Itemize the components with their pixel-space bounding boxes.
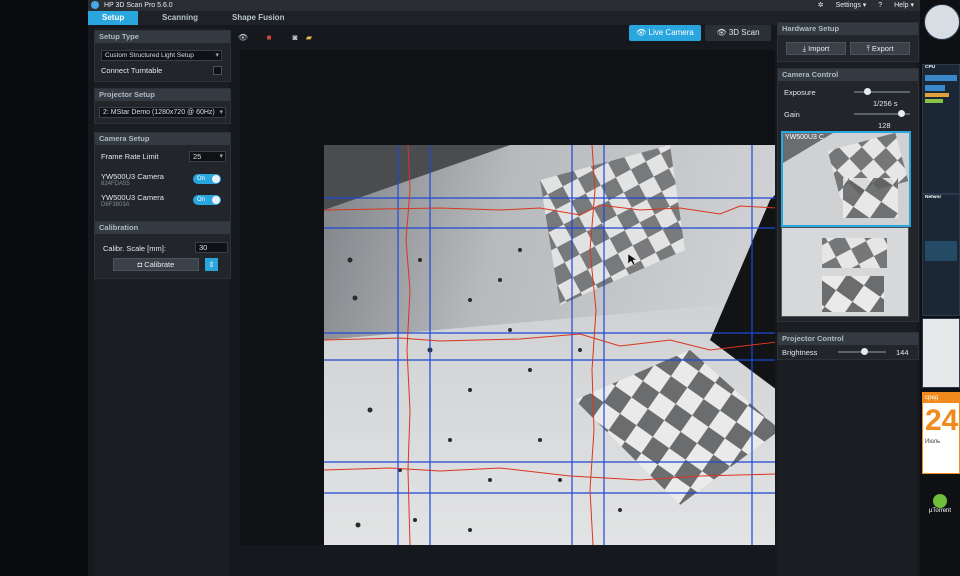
camera-control-section: Camera Control Exposure 1/256 s Gain 128… [777,68,919,322]
3d-scan-button[interactable]: 👁 3D Scan [705,25,771,41]
section-header: Projector Setup [95,89,230,101]
chevron-down-icon: ▾ [215,52,219,59]
exposure-value: 1/256 s [873,99,898,108]
camera-1-toggle[interactable]: On [193,174,221,184]
tab-setup[interactable]: Setup [88,11,139,25]
section-header: Camera Setup [95,133,230,145]
calendar-grid-gadget [922,318,960,388]
section-header: Calibration [95,222,230,234]
projector-control-section: Projector Control Brightness 144 [777,332,919,360]
network-meter-gadget: Networ [922,194,960,316]
camera-thumbnail-label: YW500U3 C [785,134,824,141]
camera-icon: ◘ [137,260,143,269]
slider-thumb[interactable] [860,348,868,355]
network-label: Networ [925,195,942,200]
section-header: Hardware Setup [778,23,918,35]
folder-icon[interactable]: ▰ [303,32,315,43]
cpu-label: CPU [925,65,936,70]
window-title: HP 3D Scan Pro 5.6.0 [103,2,173,9]
connect-turntable-checkbox[interactable] [213,66,222,75]
control-panel: Hardware Setup ⤓ Import ⤒ Export Camera … [777,20,919,576]
clock-gadget [924,4,960,40]
calibration-scale-input[interactable]: 30 [195,242,228,253]
hardware-setup-section: Hardware Setup ⤓ Import ⤒ Export [777,22,919,62]
brightness-slider[interactable] [838,348,886,355]
utorrent-label: µTorrent [928,508,952,514]
camera-setup-section: Camera Setup Frame Rate Limit 25 ▾ YW500U… [94,132,231,222]
exposure-slider[interactable] [854,88,910,95]
camera-2-preview [782,228,908,316]
desktop-gadgets: CPU Networ сред 24 Июль µTorrent [920,0,960,576]
title-bar-actions: ✲ Settings ▾ ? Help ▾ [808,0,914,11]
app-window: HP 3D Scan Pro 5.6.0 ✲ Settings ▾ ? Help… [88,0,920,576]
utorrent-icon [933,494,947,508]
camera-2-toggle[interactable]: On [193,195,221,205]
snapshot-icon[interactable]: ■ [263,32,275,43]
calendar-month: Июль [925,439,941,445]
setup-type-select[interactable]: Custom Structured Light Setup ▾ [101,50,222,61]
camera-viewer[interactable] [240,50,775,545]
settings-menu[interactable]: ✲ Settings ▾ [818,2,867,9]
section-header: Setup Type [95,31,230,43]
hp-logo-icon [91,1,99,10]
brightness-value: 144 [896,348,909,357]
calibrate-button[interactable]: ◘ Calibrate [113,258,199,271]
updown-icon: ⇕ [208,260,215,269]
camera-feed [323,144,775,545]
gain-slider[interactable] [854,110,910,117]
eye-icon: 👁 [636,28,647,37]
help-menu[interactable]: ? Help ▾ [878,2,914,9]
camera-1-thumbnail[interactable]: YW500U3 C [781,131,911,227]
calibration-options-button[interactable]: ⇕ [205,258,218,271]
utorrent-shortcut[interactable]: µTorrent [924,494,956,514]
live-camera-button[interactable]: 👁 Live Camera [629,25,701,41]
cpu-meter-gadget: CPU [922,64,960,194]
projector-setup-section: Projector Setup 2: MStar Demo (1280x720 … [94,88,231,124]
calibration-section: Calibration Calibr. Scale [mm]: 30 ◘ Cal… [94,221,231,279]
calendar-day: 24 [925,404,959,437]
connect-turntable-label: Connect Turntable [101,66,163,75]
camera-capture-icon[interactable]: ◙ [289,32,301,43]
setup-type-section: Setup Type Custom Structured Light Setup… [94,30,231,82]
slider-thumb[interactable] [863,88,871,95]
section-header: Camera Control [778,69,918,81]
tab-shape-fusion[interactable]: Shape Fusion [218,11,298,25]
camera-1-preview [783,133,909,225]
import-button[interactable]: ⤓ Import [786,42,846,55]
tab-scanning[interactable]: Scanning [148,11,212,25]
toggle-knob [212,175,220,183]
frame-rate-select[interactable]: 25 ▾ [189,151,226,162]
toggle-knob [212,196,220,204]
projector-select[interactable]: 2: MStar Demo (1280x720 @ 60Hz) ▾ [99,107,226,118]
eye-icon: 👁 [716,28,727,37]
desktop-background [0,0,88,576]
import-icon: ⤓ [802,44,806,53]
gain-value: 128 [878,121,891,130]
calendar-gadget: сред 24 Июль [922,392,960,474]
setup-panel: Setup Type Custom Structured Light Setup… [94,28,231,576]
chevron-down-icon: ▾ [219,109,223,116]
chevron-down-icon: ▾ [219,153,223,160]
calendar-weekday: сред [923,393,959,403]
export-button[interactable]: ⤒ Export [850,42,910,55]
export-icon: ⤒ [866,44,870,53]
section-header: Projector Control [778,333,918,345]
title-bar: HP 3D Scan Pro 5.6.0 ✲ Settings ▾ ? Help… [88,0,920,11]
eye-icon[interactable]: 👁 [237,32,249,43]
camera-2-thumbnail[interactable] [781,227,909,317]
